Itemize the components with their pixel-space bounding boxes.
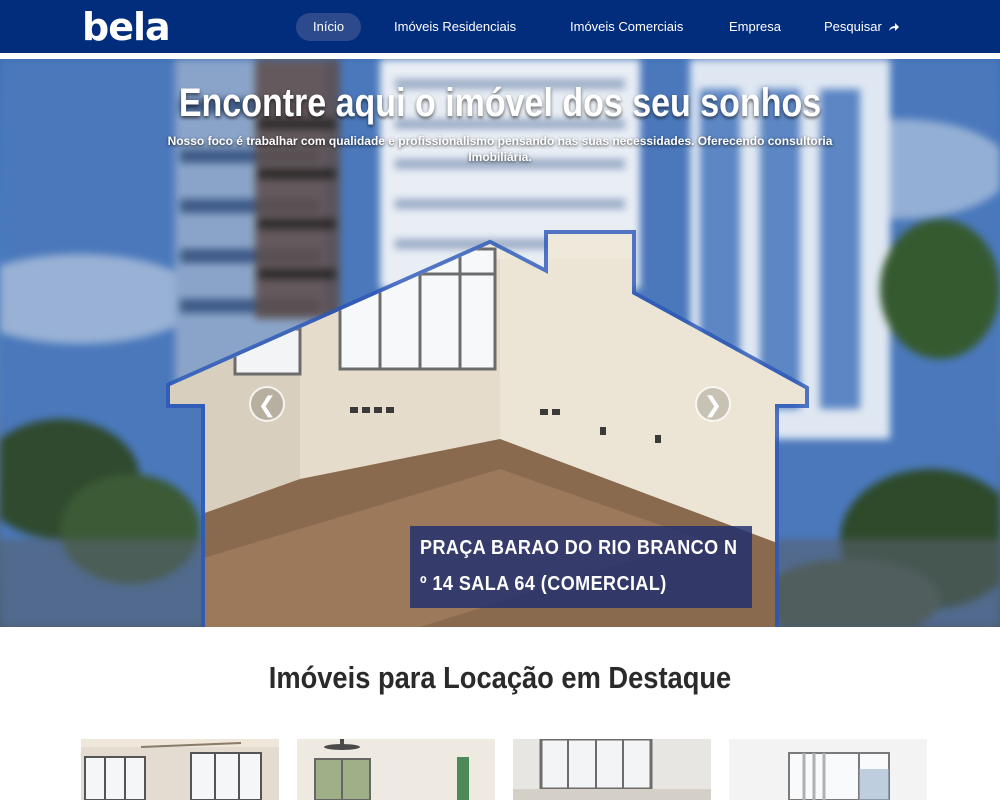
- carousel-next-button[interactable]: ❯: [695, 386, 731, 422]
- property-card[interactable]: [297, 739, 495, 800]
- caption-line-2: º 14 SALA 64 (COMERCIAL): [420, 573, 667, 595]
- chevron-left-icon: ❮: [257, 392, 277, 417]
- nav-item-inicio[interactable]: Início: [296, 13, 362, 41]
- property-card-image: [81, 739, 279, 800]
- nav-item-pesquisar[interactable]: Pesquisar: [824, 13, 900, 41]
- property-card-image: [297, 739, 495, 800]
- hero-title: Encontre aqui o imóvel dos seu sonhos: [178, 81, 822, 125]
- property-card[interactable]: [513, 739, 711, 800]
- hero-carousel: Encontre aqui o imóvel dos seu sonhos No…: [0, 59, 1000, 627]
- top-navbar: bela Início Imóveis Residenciais Imóveis…: [0, 0, 1000, 56]
- nav-item-imoveis-residenciais[interactable]: Imóveis Residenciais: [394, 13, 516, 41]
- chevron-right-icon: ❯: [703, 392, 723, 417]
- share-arrow-icon: [889, 23, 900, 31]
- nav-item-pesquisar-label: Pesquisar: [824, 19, 882, 34]
- property-card[interactable]: [81, 739, 279, 800]
- hero-subtitle: Nosso foco é trabalhar com qualidade e p…: [167, 134, 833, 164]
- property-card-image: [729, 739, 927, 800]
- featured-section-title: Imóveis para Locação em Destaque: [268, 660, 732, 695]
- carousel-prev-button[interactable]: ❮: [249, 386, 285, 422]
- carousel-caption[interactable]: PRAÇA BARAO DO RIO BRANCO N º 14 SALA 64…: [410, 526, 752, 608]
- property-card-image: [513, 739, 711, 800]
- logo[interactable]: bela: [82, 5, 171, 49]
- nav-item-imoveis-comerciais[interactable]: Imóveis Comerciais: [570, 13, 683, 41]
- nav-item-empresa[interactable]: Empresa: [729, 13, 781, 41]
- property-card[interactable]: [729, 739, 927, 800]
- caption-line-1: PRAÇA BARAO DO RIO BRANCO N: [420, 537, 738, 559]
